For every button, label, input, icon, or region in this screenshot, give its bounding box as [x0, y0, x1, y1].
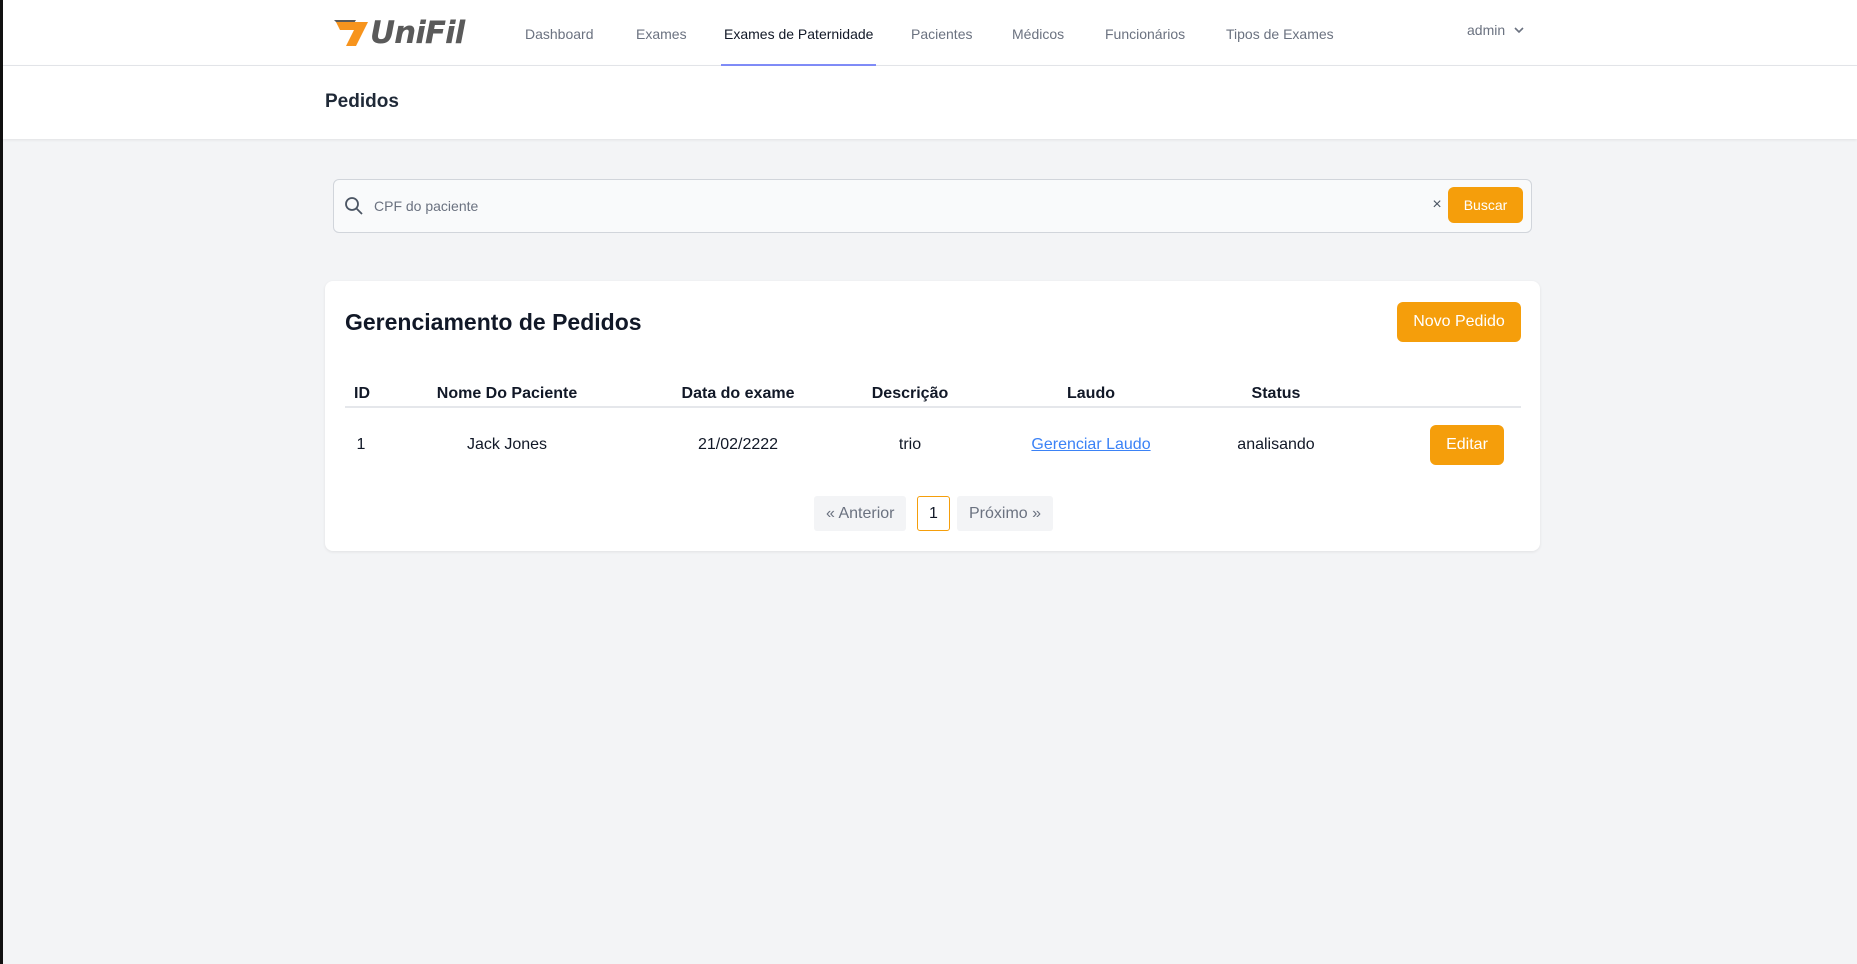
- pagination-current-page[interactable]: 1: [917, 496, 950, 531]
- nav-dashboard[interactable]: Dashboard: [525, 0, 594, 66]
- clear-search-button[interactable]: ×: [1426, 194, 1448, 216]
- column-header-data: Data do exame: [681, 385, 795, 402]
- pagination-prev[interactable]: « Anterior: [814, 496, 907, 531]
- nav-funcionarios[interactable]: Funcionários: [1105, 0, 1185, 66]
- user-menu[interactable]: admin: [1467, 22, 1525, 38]
- page-header: Pedidos: [3, 66, 1857, 139]
- nav-exames-paternidade[interactable]: Exames de Paternidade: [721, 0, 877, 66]
- brand-logo[interactable]: UniFil: [334, 15, 465, 51]
- cell-status: analisando: [1237, 436, 1315, 453]
- page-title: Pedidos: [325, 91, 399, 112]
- search-icon: [345, 197, 363, 215]
- novo-pedido-button[interactable]: Novo Pedido: [1397, 302, 1521, 342]
- editar-button[interactable]: Editar: [1430, 425, 1504, 465]
- chevron-down-icon: [1514, 27, 1524, 34]
- table-header-divider: [345, 406, 1521, 408]
- app-page: UniFil Dashboard Exames Exames de Patern…: [0, 0, 1857, 964]
- column-header-id: ID: [354, 385, 370, 402]
- nav-medicos[interactable]: Médicos: [1012, 0, 1064, 66]
- nav-tipos-exames[interactable]: Tipos de Exames: [1226, 0, 1334, 66]
- unifil-logo-icon: [334, 20, 368, 46]
- cell-id: 1: [356, 436, 366, 453]
- nav-exames[interactable]: Exames: [636, 0, 687, 66]
- column-header-status: Status: [1251, 385, 1301, 402]
- cpf-search-input[interactable]: [374, 190, 1434, 222]
- brand-name: UniFil: [370, 15, 465, 51]
- pedidos-card: Gerenciamento de Pedidos Novo Pedido ID …: [325, 281, 1540, 551]
- top-navbar: UniFil Dashboard Exames Exames de Patern…: [3, 0, 1857, 66]
- gerenciar-laudo-link[interactable]: Gerenciar Laudo: [1031, 436, 1150, 454]
- nav-pacientes[interactable]: Pacientes: [911, 0, 972, 66]
- column-header-descricao: Descrição: [871, 385, 949, 402]
- search-bar: × Buscar: [333, 179, 1532, 233]
- card-title: Gerenciamento de Pedidos: [345, 309, 642, 335]
- cell-descricao: trio: [898, 436, 922, 453]
- column-header-nome: Nome Do Paciente: [436, 385, 578, 402]
- cell-data: 21/02/2222: [697, 436, 779, 453]
- column-header-laudo: Laudo: [1067, 385, 1115, 402]
- pagination-next[interactable]: Próximo »: [957, 496, 1054, 531]
- cell-nome: Jack Jones: [466, 436, 548, 453]
- buscar-button[interactable]: Buscar: [1448, 187, 1523, 223]
- user-name: admin: [1467, 22, 1506, 38]
